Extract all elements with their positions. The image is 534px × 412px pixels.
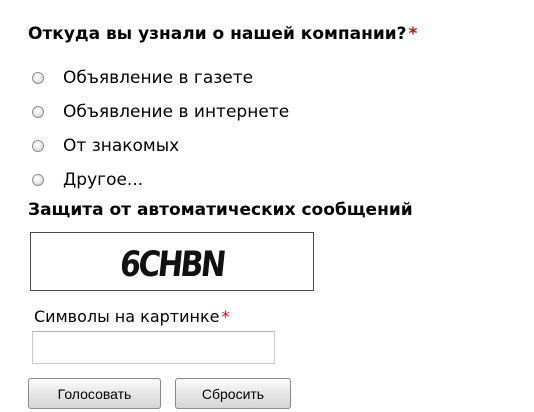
option-other-label[interactable]: Другое... xyxy=(63,170,143,190)
captcha-input[interactable] xyxy=(32,331,275,364)
reset-button[interactable]: Сбросить xyxy=(175,378,291,409)
captcha-section-title: Защита от автоматических сообщений xyxy=(28,200,413,220)
option-acquaintances-label[interactable]: От знакомых xyxy=(63,136,179,156)
required-asterisk: * xyxy=(408,24,418,44)
poll-form: Откуда вы узнали о нашей компании? * Объя… xyxy=(0,0,534,412)
question-title: Откуда вы узнали о нашей компании? * xyxy=(28,22,417,46)
option-other[interactable]: Другое... xyxy=(32,163,289,197)
answer-options: Объявление в газете Объявление в интерне… xyxy=(32,61,289,197)
option-newspaper-label[interactable]: Объявление в газете xyxy=(63,68,253,88)
vote-button[interactable]: Голосовать xyxy=(28,378,161,409)
captcha-required-asterisk: * xyxy=(221,307,230,326)
captcha-field-label: Символы на картинке * xyxy=(34,307,229,327)
radio-internet[interactable] xyxy=(32,106,44,118)
question-text: Откуда вы узнали о нашей компании? xyxy=(28,24,407,44)
radio-newspaper[interactable] xyxy=(32,72,44,84)
radio-other[interactable] xyxy=(32,174,44,186)
option-internet-label[interactable]: Объявление в интернете xyxy=(63,102,289,122)
radio-acquaintances[interactable] xyxy=(32,140,44,152)
option-internet[interactable]: Объявление в интернете xyxy=(32,95,289,129)
captcha-code: 6CHBN xyxy=(117,245,226,285)
captcha-image: 6CHBN xyxy=(30,232,314,291)
captcha-label-text: Символы на картинке xyxy=(34,307,220,326)
option-newspaper[interactable]: Объявление в газете xyxy=(32,61,289,95)
option-acquaintances[interactable]: От знакомых xyxy=(32,129,289,163)
